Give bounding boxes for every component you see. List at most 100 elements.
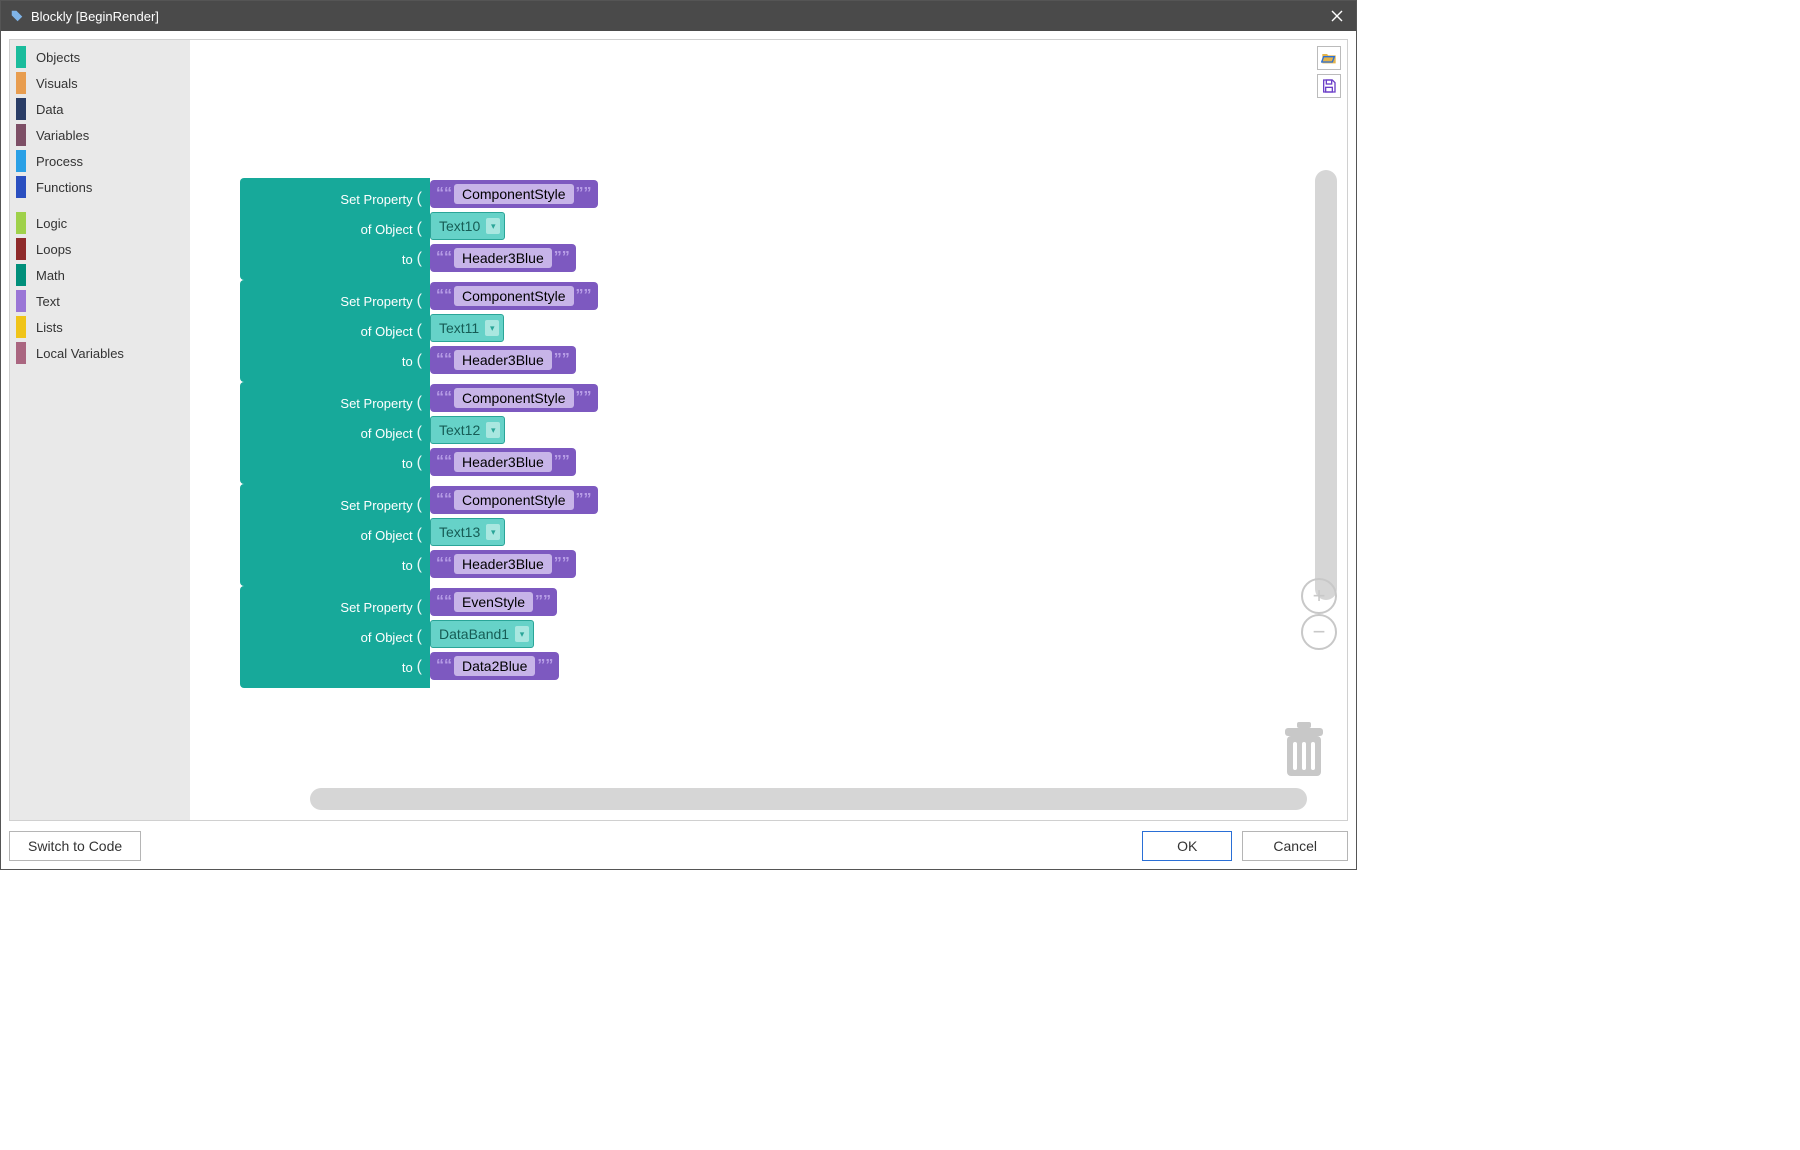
zoom-in-button[interactable]: + bbox=[1301, 578, 1337, 614]
vertical-scrollbar[interactable] bbox=[1315, 170, 1337, 600]
category-color-icon bbox=[16, 212, 26, 234]
value-text-block[interactable]: ““Header3Blue”” bbox=[430, 244, 576, 272]
set-property-block[interactable]: Set Property(of Object(to(““ComponentSty… bbox=[240, 382, 598, 484]
category-color-icon bbox=[16, 264, 26, 286]
text-value[interactable]: ComponentStyle bbox=[454, 184, 574, 204]
titlebar: Blockly [BeginRender] bbox=[1, 1, 1356, 31]
socket-icon: ( bbox=[417, 322, 422, 340]
quote-close-icon: ”” bbox=[576, 389, 592, 407]
quote-close-icon: ”” bbox=[554, 249, 570, 267]
block-body: Set Property(of Object(to( bbox=[240, 382, 430, 484]
quote-open-icon: ““ bbox=[436, 593, 452, 611]
toolbox-category[interactable]: Variables bbox=[10, 122, 190, 148]
toolbox-category[interactable]: Data bbox=[10, 96, 190, 122]
toolbox-category[interactable]: Lists bbox=[10, 314, 190, 340]
object-dropdown[interactable]: Text12▾ bbox=[430, 416, 505, 444]
set-property-block[interactable]: Set Property(of Object(to(““ComponentSty… bbox=[240, 280, 598, 382]
block-label: Set Property bbox=[340, 498, 412, 513]
text-value[interactable]: ComponentStyle bbox=[454, 286, 574, 306]
set-property-block[interactable]: Set Property(of Object(to(““EvenStyle””D… bbox=[240, 586, 598, 688]
trash-icon[interactable] bbox=[1279, 722, 1329, 780]
text-value[interactable]: Data2Blue bbox=[454, 656, 535, 676]
block-label: Set Property bbox=[340, 600, 412, 615]
switch-to-code-button[interactable]: Switch to Code bbox=[9, 831, 141, 861]
quote-open-icon: ““ bbox=[436, 491, 452, 509]
set-property-block[interactable]: Set Property(of Object(to(““ComponentSty… bbox=[240, 484, 598, 586]
block-label: of Object bbox=[361, 630, 413, 645]
open-button[interactable] bbox=[1317, 46, 1341, 70]
text-value[interactable]: ComponentStyle bbox=[454, 490, 574, 510]
block-label: to bbox=[402, 558, 413, 573]
blockly-window: Blockly [BeginRender] Objects Visuals Data… bbox=[0, 0, 1357, 870]
category-label: Math bbox=[36, 268, 65, 283]
set-property-block[interactable]: Set Property(of Object(to(““ComponentSty… bbox=[240, 178, 598, 280]
toolbox-category[interactable]: Math bbox=[10, 262, 190, 288]
dropdown-value: Text10 bbox=[439, 218, 480, 234]
text-value[interactable]: Header3Blue bbox=[454, 554, 552, 574]
toolbox-category[interactable]: Functions bbox=[10, 174, 190, 200]
quote-open-icon: ““ bbox=[436, 657, 452, 675]
toolbox-category[interactable]: Visuals bbox=[10, 70, 190, 96]
quote-open-icon: ““ bbox=[436, 389, 452, 407]
socket-icon: ( bbox=[417, 658, 422, 676]
chevron-down-icon: ▾ bbox=[486, 524, 500, 540]
socket-icon: ( bbox=[417, 394, 422, 412]
object-dropdown[interactable]: Text10▾ bbox=[430, 212, 505, 240]
ok-button[interactable]: OK bbox=[1142, 831, 1232, 861]
category-color-icon bbox=[16, 342, 26, 364]
block-label: to bbox=[402, 354, 413, 369]
category-color-icon bbox=[16, 176, 26, 198]
text-value[interactable]: Header3Blue bbox=[454, 248, 552, 268]
socket-icon: ( bbox=[417, 598, 422, 616]
category-label: Local Variables bbox=[36, 346, 124, 361]
toolbox-category[interactable]: Text bbox=[10, 288, 190, 314]
category-label: Data bbox=[36, 102, 63, 117]
value-text-block[interactable]: ““Header3Blue”” bbox=[430, 346, 576, 374]
block-label: Set Property bbox=[340, 294, 412, 309]
quote-close-icon: ”” bbox=[576, 287, 592, 305]
value-text-block[interactable]: ““Header3Blue”” bbox=[430, 448, 576, 476]
cancel-button[interactable]: Cancel bbox=[1242, 831, 1348, 861]
dropdown-value: Text13 bbox=[439, 524, 480, 540]
text-value[interactable]: ComponentStyle bbox=[454, 388, 574, 408]
category-label: Process bbox=[36, 154, 83, 169]
block-inputs: ““ComponentStyle”” Text10▾ ““Header3Blue”” bbox=[430, 178, 598, 280]
object-dropdown[interactable]: DataBand1▾ bbox=[430, 620, 534, 648]
horizontal-scrollbar[interactable] bbox=[310, 788, 1307, 810]
socket-icon: ( bbox=[417, 220, 422, 238]
text-value[interactable]: Header3Blue bbox=[454, 452, 552, 472]
close-button[interactable] bbox=[1326, 5, 1348, 27]
property-text-block[interactable]: ““EvenStyle”” bbox=[430, 588, 557, 616]
category-label: Logic bbox=[36, 216, 67, 231]
object-dropdown[interactable]: Text11▾ bbox=[430, 314, 504, 342]
toolbox-category[interactable]: Process bbox=[10, 148, 190, 174]
value-text-block[interactable]: ““Data2Blue”” bbox=[430, 652, 559, 680]
text-value[interactable]: EvenStyle bbox=[454, 592, 533, 612]
dropdown-value: DataBand1 bbox=[439, 626, 509, 642]
block-label: Set Property bbox=[340, 396, 412, 411]
toolbox-category[interactable]: Objects bbox=[10, 44, 190, 70]
toolbox-category[interactable]: Logic bbox=[10, 210, 190, 236]
property-text-block[interactable]: ““ComponentStyle”” bbox=[430, 486, 598, 514]
property-text-block[interactable]: ““ComponentStyle”” bbox=[430, 180, 598, 208]
property-text-block[interactable]: ““ComponentStyle”” bbox=[430, 282, 598, 310]
text-value[interactable]: Header3Blue bbox=[454, 350, 552, 370]
toolbox-category[interactable]: Local Variables bbox=[10, 340, 190, 366]
toolbox-sidebar: Objects Visuals Data Variables Process Functi… bbox=[10, 40, 190, 820]
workspace[interactable]: + − Set Property ( of Object ( bbox=[190, 40, 1347, 820]
quote-open-icon: ““ bbox=[436, 453, 452, 471]
toolbox-category[interactable]: Loops bbox=[10, 236, 190, 262]
category-label: Visuals bbox=[36, 76, 78, 91]
socket-icon: ( bbox=[417, 190, 422, 208]
quote-open-icon: ““ bbox=[436, 351, 452, 369]
socket-icon: ( bbox=[417, 424, 422, 442]
object-dropdown[interactable]: Text13 ▾ bbox=[430, 518, 505, 546]
quote-open-icon: ““ bbox=[436, 555, 452, 573]
window-title: Blockly [BeginRender] bbox=[31, 9, 1326, 24]
property-text-block[interactable]: ““ComponentStyle”” bbox=[430, 384, 598, 412]
zoom-out-button[interactable]: − bbox=[1301, 614, 1337, 650]
block-inputs: ““ComponentStyle””Text12▾““Header3Blue”” bbox=[430, 382, 598, 484]
save-button[interactable] bbox=[1317, 74, 1341, 98]
editor-area: Objects Visuals Data Variables Process Functi… bbox=[9, 39, 1348, 821]
value-text-block[interactable]: ““Header3Blue”” bbox=[430, 550, 576, 578]
